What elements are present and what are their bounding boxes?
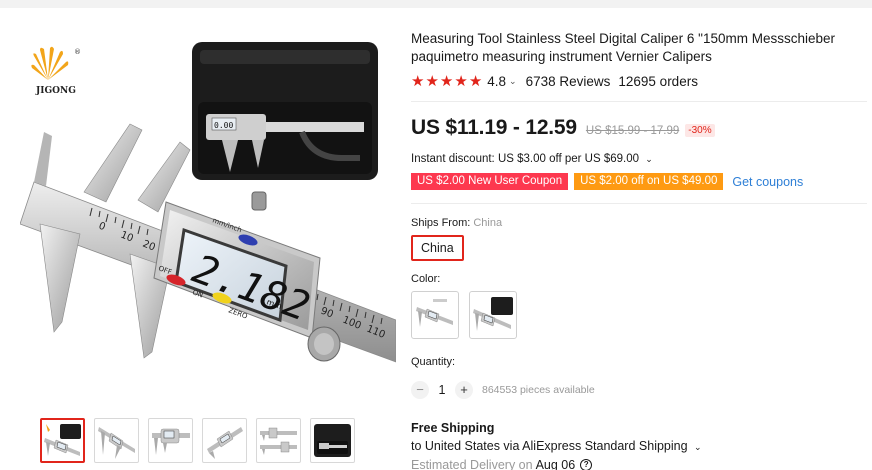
color-swatches [411, 291, 871, 339]
estimated-delivery-date: Aug 06 [535, 458, 576, 470]
orders-count: 12695 orders [618, 73, 698, 89]
thumbnail-image [260, 427, 297, 455]
shipping-method[interactable]: to United States via AliExpress Standard… [411, 439, 871, 453]
svg-text:0.00: 0.00 [214, 121, 233, 130]
threshold-coupon[interactable]: US $2.00 off on US $49.00 [572, 173, 724, 190]
ships-from-selected: China [473, 217, 503, 229]
original-price: US $15.99 - 17.99 [585, 125, 680, 137]
rating-row: ★ ★ ★ ★ ★ 4.8 ⌄ 6738 Reviews 12695 order… [411, 71, 871, 91]
new-user-coupon[interactable]: US $2.00 New User Coupon [408, 173, 569, 190]
ship-from-option-china[interactable]: China [411, 235, 464, 261]
coupon-row: US $2.00 New User Coupon US $2.00 off on… [408, 173, 871, 190]
price-row: US $11.19 - 12.59 US $15.99 - 17.99 -30% [411, 116, 871, 140]
star-icon: ★ [439, 73, 454, 90]
quantity-minus-button[interactable]: − [411, 381, 429, 399]
thumbnail-3[interactable] [148, 418, 193, 463]
instant-discount[interactable]: Instant discount: US $3.00 off per US $6… [411, 153, 871, 165]
quantity-plus-button[interactable]: + [455, 381, 473, 399]
chevron-down-icon[interactable]: ⌄ [694, 442, 702, 452]
divider [411, 203, 867, 204]
estimated-delivery: Estimated Delivery on Aug 06 ? [411, 458, 871, 470]
shipping-method-text: to United States via AliExpress Standard… [411, 439, 688, 453]
quantity-label: Quantity: [411, 356, 456, 368]
get-coupons-link[interactable]: Get coupons [732, 175, 803, 189]
discount-badge: -30% [685, 124, 715, 137]
thumbnail-image [207, 427, 243, 459]
chevron-down-icon[interactable]: ⌄ [645, 154, 653, 164]
swatch-image [473, 297, 513, 331]
star-icon: ★ [454, 73, 468, 90]
pieces-available: 864553 pieces available [482, 384, 595, 396]
product-gallery: ® JIGONG 0.00 0 10 20 90 100 110 2.182 m… [10, 20, 400, 470]
thumbnail-5[interactable] [256, 418, 301, 463]
brand-logo: ® JIGONG [31, 46, 81, 96]
quantity-input[interactable]: 1 [429, 383, 455, 397]
caliper-photo: ® JIGONG 0.00 0 10 20 90 100 110 2.182 m… [20, 42, 396, 363]
instant-discount-text: Instant discount: US $3.00 off per US $6… [411, 153, 640, 165]
reviews-link[interactable]: 6738 Reviews [526, 74, 611, 89]
rating-value[interactable]: 4.8 [487, 74, 506, 89]
help-icon[interactable]: ? [580, 459, 593, 470]
thumbnail-image [152, 428, 190, 455]
current-price: US $11.19 - 12.59 [411, 116, 577, 139]
color-swatch-with-case[interactable] [469, 291, 517, 339]
swatch-image [416, 299, 453, 327]
thumbnail-strip [40, 418, 355, 463]
svg-text:JIGONG: JIGONG [35, 86, 76, 96]
estimated-delivery-label: Estimated Delivery on [411, 458, 533, 470]
rating-stars: ★ ★ ★ ★ ★ [411, 72, 482, 90]
product-title: Measuring Tool Stainless Steel Digital C… [411, 31, 835, 64]
star-icon: ★ [425, 73, 439, 90]
thumbnail-2[interactable] [94, 418, 139, 463]
quantity-stepper: − 1 + 864553 pieces available [411, 379, 871, 401]
thumbnail-image [98, 427, 135, 459]
main-product-image[interactable]: ® JIGONG 0.00 0 10 20 90 100 110 2.182 m… [20, 32, 396, 387]
caliper-case: 0.00 [192, 42, 378, 180]
product-info: Measuring Tool Stainless Steel Digital C… [408, 30, 871, 470]
star-icon: ★ [468, 73, 483, 90]
color-label: Color: [411, 273, 441, 285]
top-strip [0, 0, 872, 8]
color-swatch-caliper[interactable] [411, 291, 459, 339]
chevron-down-icon[interactable]: ⌄ [509, 76, 517, 87]
thumbnail-4[interactable] [202, 418, 247, 463]
svg-text:®: ® [74, 48, 81, 56]
divider [411, 101, 867, 102]
ships-from-label: Ships From: China [411, 217, 871, 229]
thumbnail-image [314, 424, 351, 457]
thumbnail-6[interactable] [310, 418, 355, 463]
thumbnail-1[interactable] [40, 418, 85, 463]
thumbnail-image [44, 424, 81, 456]
free-shipping-label: Free Shipping [411, 421, 495, 435]
ships-from-text: Ships From: [411, 217, 471, 229]
star-icon: ★ [411, 73, 425, 90]
